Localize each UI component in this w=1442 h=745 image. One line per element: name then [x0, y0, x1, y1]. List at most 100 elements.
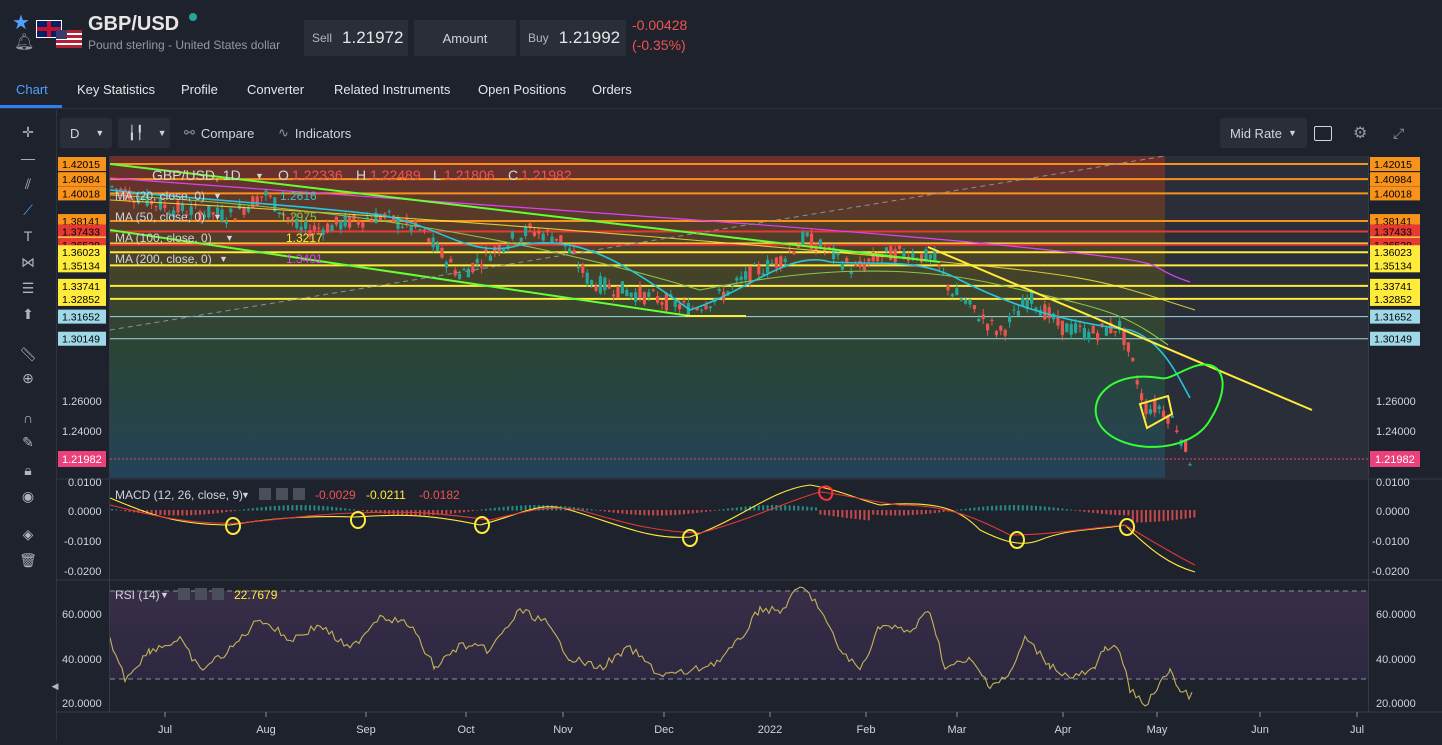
trash-icon[interactable]: 🗑︎ — [18, 550, 38, 570]
price-tick-2-left: 1.24000 — [62, 426, 102, 438]
lock-icon[interactable]: 🔒︎ — [18, 460, 38, 480]
macd-histogram-bar — [185, 510, 188, 516]
amount-field[interactable]: Amount — [414, 20, 516, 56]
text-icon[interactable]: T — [18, 226, 38, 246]
candle-body — [110, 185, 114, 188]
rate-select[interactable]: Mid Rate ▼ — [1220, 118, 1307, 148]
bell-icon[interactable]: 🔔︎ — [14, 32, 34, 52]
macd-chevron-icon[interactable]: ▼ — [241, 490, 250, 500]
macd-histogram-bar — [586, 508, 589, 511]
macd-histogram-bar — [705, 510, 707, 512]
macd-histogram-bar — [916, 510, 919, 515]
candle-body — [554, 238, 558, 241]
compare-label: Compare — [200, 125, 255, 141]
layers-icon[interactable]: ◈ — [18, 524, 38, 544]
macd-histogram-bar — [955, 509, 958, 511]
ma-chevron-icon[interactable]: ▼ — [213, 191, 222, 201]
macd-settings-icon[interactable] — [276, 488, 288, 500]
candle-body — [968, 299, 972, 305]
rate-label: Mid Rate — [1230, 125, 1283, 141]
pattern-icon[interactable]: ⋈ — [18, 252, 38, 272]
channel-icon[interactable]: ⫽ — [18, 174, 38, 194]
macd-close-icon[interactable] — [293, 488, 305, 500]
candle-body — [1144, 403, 1148, 415]
candle-body — [642, 292, 646, 305]
macd-histogram-bar — [282, 505, 285, 511]
trendline-icon[interactable]: ⟋ — [18, 200, 38, 220]
macd-histogram-bar — [757, 505, 760, 511]
fullscreen-icon[interactable]: ⤢ — [1393, 118, 1404, 148]
level-tag-label: 1.35134 — [62, 260, 100, 272]
candle-body — [1016, 310, 1020, 316]
macd-histogram-bar — [744, 506, 747, 511]
settings-gear-icon[interactable]: ⚙ — [1353, 118, 1367, 148]
screenshot-icon[interactable] — [1314, 118, 1332, 148]
tab-related-instruments[interactable]: Related Instruments — [334, 82, 450, 97]
candle-body — [1003, 329, 1007, 336]
macd-histogram-bar — [1021, 505, 1024, 511]
ma-chevron-icon[interactable]: ▼ — [213, 212, 222, 222]
candle-body — [255, 196, 259, 206]
macd-histogram-bar — [1101, 510, 1103, 514]
horizontal-line-icon[interactable]: — — [18, 148, 38, 168]
ma-chevron-icon[interactable]: ▼ — [225, 233, 234, 243]
candle-body — [928, 254, 932, 260]
macd-histogram-bar — [938, 510, 941, 513]
interval-select[interactable]: D ▼ — [60, 118, 112, 148]
macd-histogram-bar — [353, 509, 355, 511]
pencil-lock-icon[interactable]: ✎ — [18, 432, 38, 452]
indicators-button[interactable]: ∿ Indicators — [278, 118, 351, 148]
arrow-up-icon[interactable]: ⬆ — [18, 304, 38, 324]
legend-chevron-icon[interactable]: ▼ — [255, 171, 264, 181]
compare-icon: ⚯ — [184, 125, 195, 140]
macd-histogram-bar — [696, 510, 699, 513]
compare-button[interactable]: ⚯ Compare — [184, 118, 254, 148]
tab-key-statistics[interactable]: Key Statistics — [77, 82, 155, 97]
macd-histogram-bar — [212, 510, 215, 514]
macd-histogram-bar — [313, 505, 316, 511]
macd-histogram-bar — [669, 510, 672, 516]
macd-eye-icon[interactable] — [259, 488, 271, 500]
chart-type-select[interactable]: ╽╿ ▼ — [118, 118, 170, 148]
tab-orders[interactable]: Orders — [592, 82, 632, 97]
candle-body — [792, 251, 796, 255]
candle-body — [902, 251, 906, 257]
candle-body — [898, 245, 902, 250]
x-axis-label: Oct — [457, 724, 474, 736]
rsi-close-icon[interactable] — [212, 588, 224, 600]
buy-button[interactable]: Buy 1.21992 — [520, 20, 626, 56]
eye-icon[interactable]: ◉ — [18, 486, 38, 506]
rsi-tick-3-right: 20.0000 — [1376, 698, 1416, 710]
ruler-icon[interactable]: 📏︎ — [18, 344, 38, 364]
macd-label: MACD (12, 26, close, 9) — [115, 488, 243, 502]
crosshair-icon[interactable]: ✛ — [18, 122, 38, 142]
candle-body — [1162, 410, 1166, 418]
level-tag-label: 1.35134 — [1374, 260, 1412, 272]
macd-histogram-bar — [740, 506, 743, 511]
tab-open-positions[interactable]: Open Positions — [478, 82, 566, 97]
tab-converter[interactable]: Converter — [247, 82, 304, 97]
rsi-tick-3: 20.0000 — [62, 698, 102, 710]
rsi-settings-icon[interactable] — [195, 588, 207, 600]
tab-profile[interactable]: Profile — [181, 82, 218, 97]
rsi-eye-icon[interactable] — [178, 588, 190, 600]
active-tab-indicator — [0, 105, 62, 108]
macd-histogram-bar — [788, 505, 791, 511]
macd-histogram-bar — [1175, 510, 1178, 520]
macd-histogram-bar — [278, 505, 281, 511]
macd-histogram-bar — [524, 505, 527, 511]
chart-area[interactable]: GBP/USD, 1D O 1.22336 H 1.22489 L 1.2180… — [56, 152, 1442, 740]
legend-c-value: 1.21982 — [521, 167, 572, 183]
magnet-icon[interactable]: ∩ — [18, 408, 38, 428]
fib-icon[interactable]: ☰ — [18, 278, 38, 298]
zoom-in-icon[interactable]: ⊕ — [18, 368, 38, 388]
macd-histogram-bar — [181, 510, 184, 516]
current-price-left: 1.21982 — [62, 454, 102, 466]
sell-button[interactable]: Sell 1.21972 — [304, 20, 408, 56]
candle-body — [854, 265, 858, 267]
tab-chart[interactable]: Chart — [16, 82, 48, 97]
macd-histogram-bar — [801, 506, 804, 511]
ma-chevron-icon[interactable]: ▼ — [219, 254, 228, 264]
macd-histogram-bar — [929, 510, 932, 514]
rsi-chevron-icon[interactable]: ▼ — [160, 590, 169, 600]
